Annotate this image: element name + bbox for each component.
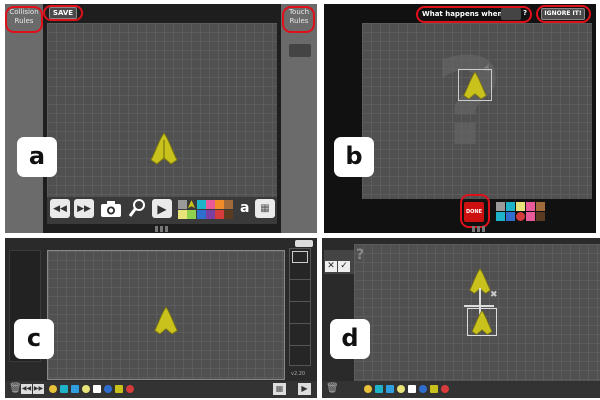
panel-label-d: d [330,319,370,359]
rewind-button[interactable]: ◀◀ [50,199,70,218]
version-text: v2.20 [291,371,306,377]
text-tool-icon[interactable]: a [240,200,249,216]
done-highlight [460,194,490,228]
ship-sprite[interactable] [149,132,179,166]
sprite-picker[interactable] [178,200,238,220]
connector-arm [464,305,494,307]
play-button[interactable]: ▶ [152,199,172,218]
rules-toggle[interactable] [295,240,313,247]
panel-label-a: a [17,137,57,177]
left-rules-column [5,4,43,233]
hand-pointer-icon: ☝ [484,64,490,74]
ship-mini-icon [187,200,196,209]
rule-slot-active[interactable] [292,251,308,263]
play-icon: ▶ [157,201,167,216]
rewind-button[interactable]: ◀◀ [21,384,32,394]
question-watermark: ? [434,34,504,173]
help-qmark[interactable]: ? [356,247,364,263]
magnifier-icon[interactable] [128,198,146,218]
fast-forward-icon: ▶▶ [77,203,91,214]
palette-strip[interactable] [496,202,552,222]
panel-label-b: b [334,137,374,177]
stage-grid[interactable] [47,23,277,199]
panel-a: Collision Rules Touch Rules SAVE a ◀◀ ▶▶… [5,4,317,233]
trash-icon[interactable]: 🗑 [9,383,22,394]
sprite-grid-button[interactable]: ▦ [273,383,286,395]
right-rule-list [289,248,311,366]
fast-forward-button[interactable]: ▶▶ [74,199,94,218]
play-button[interactable]: ▶ [298,383,311,395]
ship-sprite[interactable] [153,306,179,336]
collision-rules-highlight [5,6,43,33]
accept-button[interactable]: ✓ [338,261,350,272]
expand-handle[interactable] [472,226,486,232]
panel-label-c: c [14,319,54,359]
camera-icon[interactable] [100,200,122,218]
ignore-highlight [536,5,591,23]
forward-button[interactable]: ▶▶ [33,384,44,394]
sprite-grid-button[interactable]: ▦ [255,199,275,218]
reject-button[interactable]: ✕ [325,261,337,272]
panel-c: v2.20 c 🗑 ◀◀ ▶▶ ▦ ▶ [5,238,317,398]
rewind-icon: ◀◀ [53,203,67,214]
sprite-icon-strip[interactable] [364,384,454,394]
right-rules-column [281,4,317,233]
prompt-highlight [416,6,532,23]
panel-d: ✕ ✓ ? ✖ d 🗑 [322,238,600,398]
expand-handle[interactable] [155,226,169,232]
touch-rule-chip[interactable] [289,44,311,57]
touch-rules-highlight [282,6,315,33]
ship-sprite[interactable] [462,71,488,101]
sprite-icon-strip[interactable] [49,384,139,394]
ship-sprite-bottom[interactable] [470,310,494,336]
delete-link-icon[interactable]: ✖ [490,290,498,300]
trash-icon[interactable]: 🗑 [326,383,339,394]
save-highlight [43,5,83,21]
panel-b: ? What happens when ? IGNORE IT! ☝ b DON… [324,4,596,233]
sprite-grid-icon: ▦ [260,203,270,214]
